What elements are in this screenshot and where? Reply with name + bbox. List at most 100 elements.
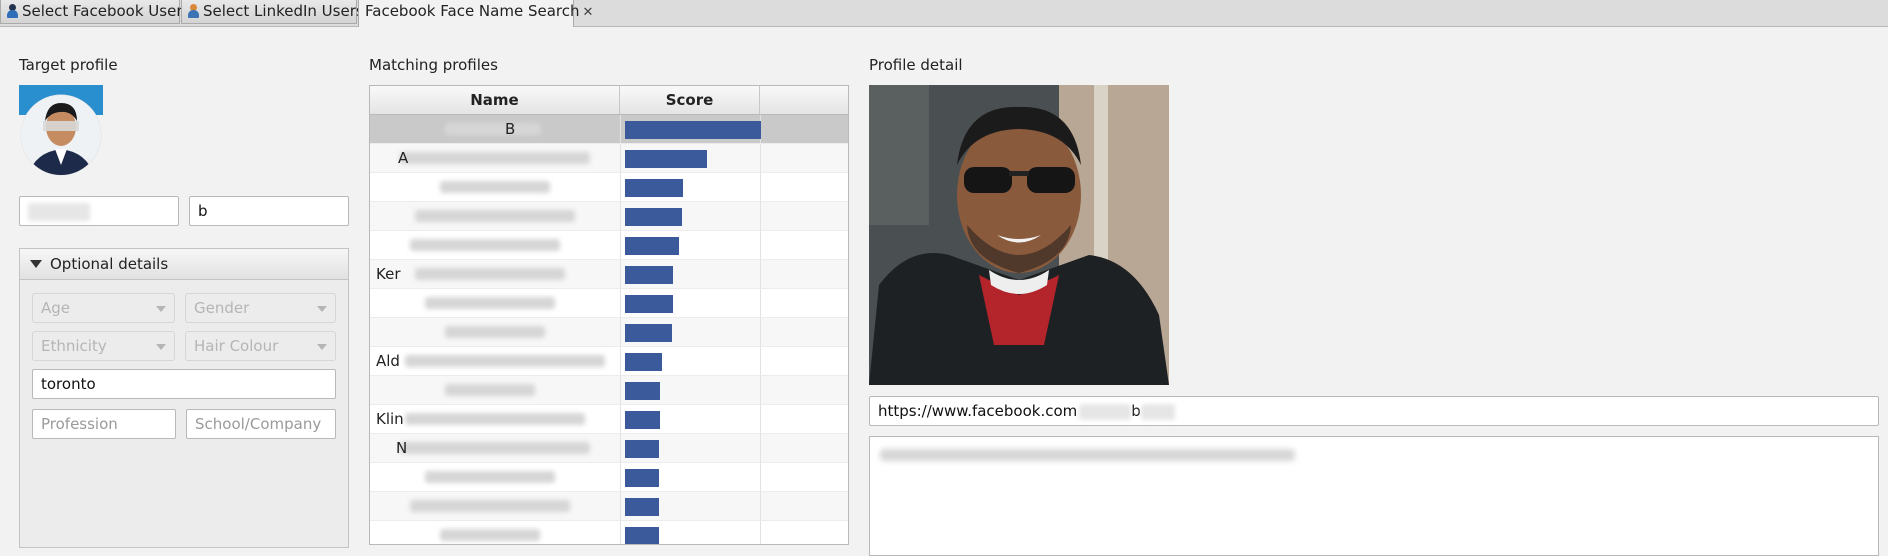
table-row[interactable] (370, 376, 848, 405)
chevron-down-icon (156, 306, 166, 312)
redacted-name (440, 529, 540, 541)
tab-select-facebook-users[interactable]: Select Facebook Users (0, 0, 190, 24)
redacted-name (405, 355, 605, 367)
name-text: Klin (376, 410, 404, 428)
target-profile-heading: Target profile (19, 56, 118, 74)
gender-select[interactable]: Gender (185, 293, 336, 323)
name-cell: Klin (370, 405, 621, 433)
redacted-name (425, 471, 555, 483)
tab-facebook-face-name-search[interactable]: Facebook Face Name Search ✕ (358, 0, 593, 27)
score-cell (620, 376, 761, 404)
redacted-text (1079, 403, 1132, 420)
score-cell (620, 463, 761, 491)
redacted-name (425, 297, 555, 309)
table-row[interactable]: N (370, 434, 848, 463)
profile-detail-heading: Profile detail (869, 56, 963, 74)
score-bar (625, 440, 659, 458)
score-cell (620, 260, 761, 288)
chevron-down-icon (317, 344, 327, 350)
table-row[interactable] (370, 492, 848, 521)
table-row[interactable]: Ker (370, 260, 848, 289)
redacted-name (440, 181, 550, 193)
score-bar (625, 208, 682, 226)
tab-select-linkedin-users[interactable]: Select LinkedIn Users (181, 0, 364, 24)
score-bar (625, 324, 672, 342)
score-bar (625, 121, 761, 139)
redacted-text (880, 449, 1295, 461)
name-cell: Ker (370, 260, 621, 288)
score-cell (620, 521, 761, 544)
redacted-text (28, 202, 90, 221)
redacted-name (400, 442, 590, 454)
score-bar (625, 527, 659, 544)
close-icon[interactable]: ✕ (583, 5, 594, 20)
profile-detail-photo (869, 85, 1169, 385)
profile-url-field[interactable]: https://www.facebook.com b (869, 396, 1879, 426)
chevron-down-icon (156, 344, 166, 350)
target-profile-photo (19, 85, 103, 182)
first-name-input[interactable] (19, 196, 179, 226)
school-company-input[interactable]: School/Company (186, 409, 336, 439)
column-header-score[interactable]: Score (620, 86, 760, 114)
tab-label: Facebook Face Name Search (365, 2, 580, 20)
table-header: Name Score (370, 86, 848, 115)
table-row[interactable] (370, 231, 848, 260)
score-bar (625, 266, 673, 284)
matching-profiles-table: Name Score B A Ker Ald Klin N (369, 85, 849, 545)
optional-details-toggle[interactable]: Optional details (20, 249, 348, 280)
score-bar (625, 469, 659, 487)
collapse-triangle-icon (30, 260, 42, 268)
table-row[interactable] (370, 173, 848, 202)
hair-colour-select[interactable]: Hair Colour (185, 331, 336, 361)
tab-label: Select LinkedIn Users (203, 2, 364, 20)
score-cell (620, 405, 761, 433)
name-text: Ker (376, 265, 401, 283)
table-row[interactable]: Ald (370, 347, 848, 376)
column-header-name[interactable]: Name (370, 86, 620, 114)
table-row[interactable]: B (370, 115, 848, 144)
table-row[interactable]: Klin (370, 405, 848, 434)
redacted-name (445, 384, 535, 396)
name-cell: A (370, 144, 621, 172)
location-input[interactable]: toronto (32, 369, 336, 399)
name-cell (370, 492, 621, 520)
score-bar (625, 237, 679, 255)
name-cell (370, 463, 621, 491)
score-cell (620, 231, 761, 259)
user-icon (188, 4, 199, 18)
chevron-down-icon (317, 306, 327, 312)
name-cell: Ald (370, 347, 621, 375)
score-cell (620, 144, 761, 172)
ethnicity-select[interactable]: Ethnicity (32, 331, 175, 361)
redacted-name (410, 500, 570, 512)
score-cell (620, 289, 761, 317)
table-row[interactable] (370, 289, 848, 318)
last-name-input[interactable]: b (189, 196, 349, 226)
score-bar (625, 498, 659, 516)
score-bar (625, 411, 660, 429)
profile-details-textarea[interactable] (869, 436, 1879, 556)
table-row[interactable]: A (370, 144, 848, 173)
score-cell (620, 202, 761, 230)
name-cell (370, 173, 621, 201)
tab-bar: Select Facebook Users Select LinkedIn Us… (0, 0, 1888, 27)
name-cell (370, 202, 621, 230)
table-row[interactable] (370, 521, 848, 544)
name-cell (370, 231, 621, 259)
score-cell (620, 434, 761, 462)
profession-input[interactable]: Profession (32, 409, 176, 439)
score-cell (620, 173, 761, 201)
score-bar (625, 382, 660, 400)
redacted-name (415, 268, 565, 280)
table-row[interactable] (370, 202, 848, 231)
name-text: N (396, 439, 408, 457)
table-row[interactable] (370, 318, 848, 347)
optional-details-panel: Optional details Age Gender Ethnicity Ha… (19, 248, 349, 548)
age-select[interactable]: Age (32, 293, 175, 323)
table-row[interactable] (370, 463, 848, 492)
name-text: A (398, 149, 409, 167)
name-cell: B (370, 115, 621, 143)
score-cell (620, 492, 761, 520)
score-bar (625, 353, 662, 371)
redacted-name (410, 239, 560, 251)
